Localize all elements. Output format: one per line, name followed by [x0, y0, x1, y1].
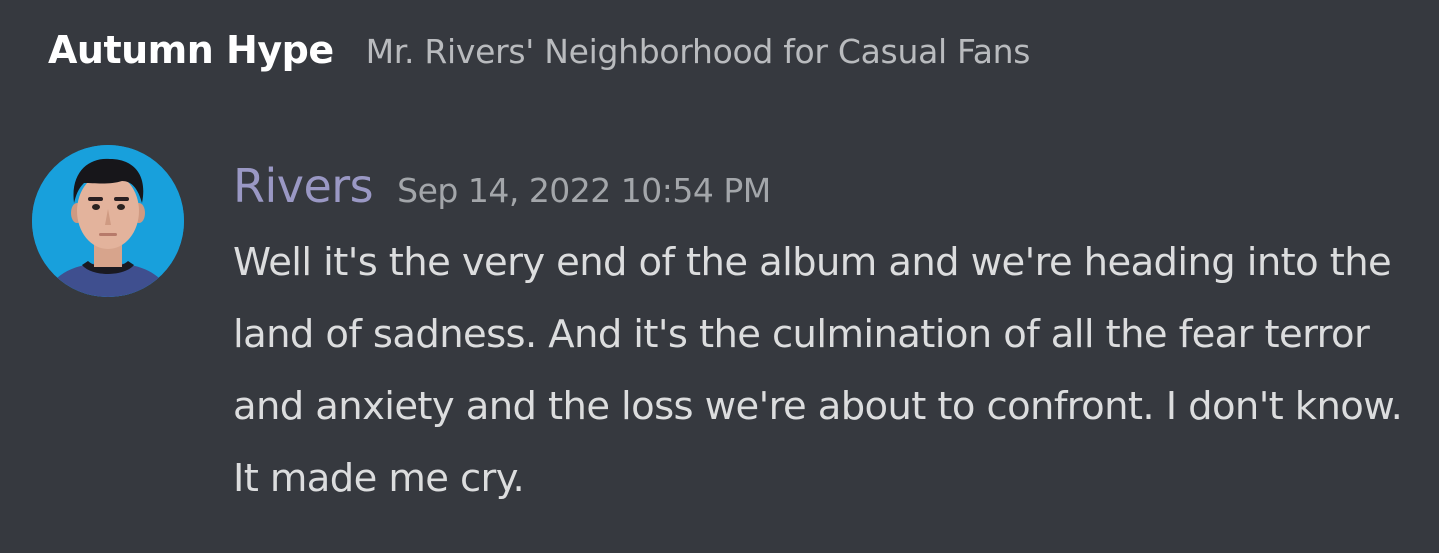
- message-author[interactable]: Rivers: [233, 159, 374, 213]
- message-timestamp: Sep 14, 2022 10:54 PM: [397, 171, 771, 210]
- server-name: Mr. Rivers' Neighborhood for Casual Fans: [365, 32, 1031, 71]
- avatar[interactable]: [32, 145, 184, 297]
- message-content: Well it's the very end of the album and …: [233, 240, 1403, 501]
- message-header: Rivers Sep 14, 2022 10:54 PM: [233, 159, 771, 213]
- user-portrait-icon: [32, 145, 184, 297]
- channel-header: Autumn Hype Mr. Rivers' Neighborhood for…: [48, 28, 1030, 84]
- channel-name[interactable]: Autumn Hype: [48, 28, 334, 72]
